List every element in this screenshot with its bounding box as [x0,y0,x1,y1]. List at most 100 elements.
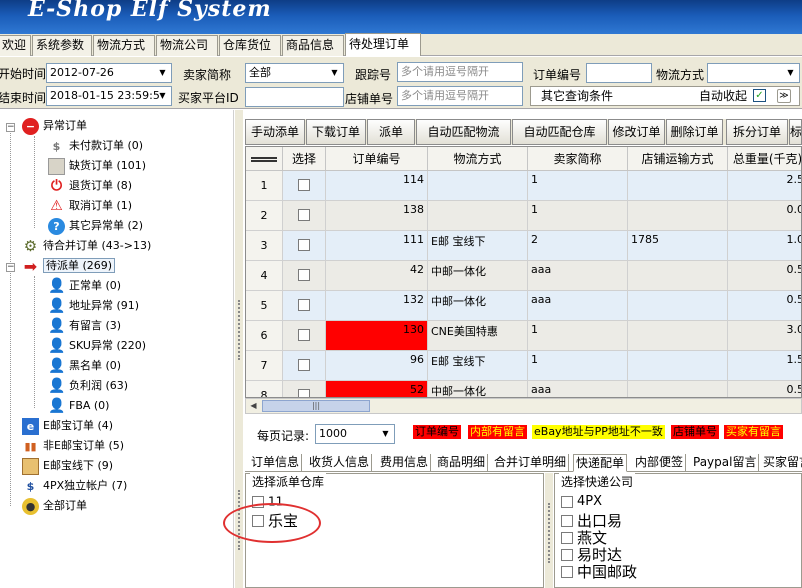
chevron-down-icon[interactable]: ▼ [783,65,798,81]
tree-item-abnormal[interactable]: − 异常订单 [22,116,87,136]
order-no-input[interactable] [586,63,652,83]
express-checkbox[interactable] [561,514,573,527]
chevron-down-icon[interactable]: ▼ [155,65,170,81]
tree-item-has-message[interactable]: 👤 有留言 (3) [48,316,121,336]
tree-item-other-abnormal[interactable]: ? 其它异常单 (2) [48,216,143,236]
row-select[interactable] [283,321,326,351]
menu-lines-icon[interactable] [251,157,277,162]
panel-splitter[interactable] [545,473,553,588]
shipping-method-select[interactable]: ▼ [707,63,800,83]
tab-merge-details[interactable]: 合并订单明细 [492,454,570,472]
edit-order-button[interactable]: 修改订单 [608,119,665,145]
page-size-select[interactable]: 1000 ▼ [315,424,395,444]
row-checkbox[interactable] [298,299,310,311]
express-checkbox[interactable] [561,495,573,508]
tab-product-details[interactable]: 商品明细 [435,454,489,472]
tab-welcome[interactable]: 欢迎 [0,35,31,56]
row-checkbox[interactable] [298,359,310,371]
column-header-store-shipping[interactable]: 店铺运输方式 [628,147,728,171]
row-checkbox[interactable] [298,209,310,221]
tab-warehouse-locations[interactable]: 仓库货位 [219,35,281,56]
tab-shipping-methods[interactable]: 物流方式 [93,35,155,56]
dispatch-button[interactable]: 派单 [367,119,415,145]
column-header-weight[interactable]: 总重量(千克) [728,147,801,171]
scroll-left-icon[interactable]: ◀ [246,399,261,413]
chevron-down-icon[interactable]: ▼ [155,88,170,104]
auto-match-shipping-button[interactable]: 自动匹配物流 [416,119,511,145]
delete-order-button[interactable]: 删除订单 [666,119,723,145]
shipping-cell: CNE美国特惠 [428,321,528,351]
tree-item-out-of-stock[interactable]: 缺货订单 (101) [48,156,146,176]
tree-item-ebay-offline[interactable]: E邮宝线下 (9) [22,456,113,476]
tab-consignee-info[interactable]: 收货人信息 [307,454,373,472]
start-time-picker[interactable]: 2012-07-26 ▼ [46,63,172,83]
power-icon: ⏻ [50,177,63,194]
chevron-down-icon[interactable]: ▼ [378,426,393,442]
auto-match-warehouse-button[interactable]: 自动匹配仓库 [512,119,607,145]
tab-internal-notes[interactable]: 内部便签 [633,454,687,472]
tree-item-non-ebay-orders[interactable]: ▮▮ 非E邮宝订单 (5) [22,436,124,456]
tracking-input[interactable]: 多个请用逗号隔开 [397,62,523,82]
collapse-chevron-icon[interactable]: ≫ [777,89,791,103]
scroll-thumb[interactable]: ||| [262,400,370,412]
express-option[interactable]: 4PX [561,494,602,509]
tree-item-normal[interactable]: 👤 正常单 (0) [48,276,121,296]
row-select[interactable] [283,201,326,231]
auto-collapse-checkbox[interactable]: ✓ [753,89,766,102]
tab-express-dispatch[interactable]: 快递配单 [573,454,628,472]
row-checkbox[interactable] [298,389,310,397]
express-option[interactable]: 中国邮政 [561,561,637,582]
tree-item-4px-account[interactable]: $4PX独立帐户 (7) [22,476,128,496]
collapse-icon[interactable]: − [6,263,15,272]
store-order-input[interactable]: 多个请用逗号隔开 [397,86,523,106]
tree-item-negative-profit[interactable]: 👤 负利润 (63) [48,376,128,396]
end-time-picker[interactable]: 2018-01-15 23:59:5 ▼ [46,86,172,106]
express-checkbox[interactable] [561,531,573,544]
row-select[interactable] [283,381,326,397]
tab-logistics-companies[interactable]: 物流公司 [156,35,218,56]
tree-item-ebay-orders[interactable]: e E邮宝订单 (4) [22,416,113,436]
tree-item-unpaid[interactable]: $ 未付款订单 (0) [48,136,143,156]
tab-system-params[interactable]: 系统参数 [32,35,92,56]
grid-horizontal-scrollbar[interactable]: ◀ ||| [245,398,802,414]
tree-item-pending-dispatch[interactable]: ➡ 待派单 (269) [22,256,116,276]
tab-order-info[interactable]: 订单信息 [249,454,303,472]
tree-item-returns[interactable]: ⏻ 退货订单 (8) [48,176,132,196]
tree-item-fba[interactable]: 👤 FBA (0) [48,396,109,416]
row-select[interactable] [283,171,326,201]
split-order-button[interactable]: 拆分订单 [726,119,788,145]
tree-item-blacklist[interactable]: 👤 黑名单 (0) [48,356,121,376]
tab-product-info[interactable]: 商品信息 [282,35,344,56]
seller-select[interactable]: 全部 ▼ [245,63,344,83]
download-orders-button[interactable]: 下载订单 [306,119,366,145]
row-checkbox[interactable] [298,329,310,341]
column-header-order-no[interactable]: 订单编号 [326,147,428,171]
row-select[interactable] [283,261,326,291]
row-checkbox[interactable] [298,179,310,191]
manual-add-order-button[interactable]: 手动添单 [245,119,305,145]
tab-cost-info[interactable]: 费用信息 [378,454,432,472]
tree-item-sku-abnormal[interactable]: 👤 SKU异常 (220) [48,336,146,356]
tree-item-all-orders[interactable]: ● 全部订单 [22,496,87,516]
tab-paypal-message[interactable]: Paypal留言 [691,454,760,472]
tree-item-cancelled[interactable]: ⚠ 取消订单 (1) [48,196,132,216]
tab-buyer-message[interactable]: 买家留言 [761,454,802,472]
tab-pending-orders[interactable]: 待处理订单 [345,33,421,56]
mark-button[interactable]: 标 [789,119,802,145]
column-header-seller[interactable]: 卖家简称 [528,147,628,171]
chevron-down-icon[interactable]: ▼ [327,65,342,81]
buyer-id-input[interactable] [245,87,344,107]
other-conditions-bar[interactable]: 其它查询条件 自动收起 ✓ ≫ [530,86,800,106]
tree-item-pending-merge[interactable]: ⚙ 待合并订单 (43->13) [22,236,152,256]
row-select[interactable] [283,351,326,381]
row-checkbox[interactable] [298,239,310,251]
row-select[interactable] [283,231,326,261]
row-checkbox[interactable] [298,269,310,281]
express-checkbox[interactable] [561,548,573,561]
column-header-shipping[interactable]: 物流方式 [428,147,528,171]
tree-item-address-abnormal[interactable]: 👤 地址异常 (91) [48,296,139,316]
express-checkbox[interactable] [561,565,573,578]
row-select[interactable] [283,291,326,321]
collapse-icon[interactable]: − [6,123,15,132]
column-header-select[interactable]: 选择 [283,147,326,171]
